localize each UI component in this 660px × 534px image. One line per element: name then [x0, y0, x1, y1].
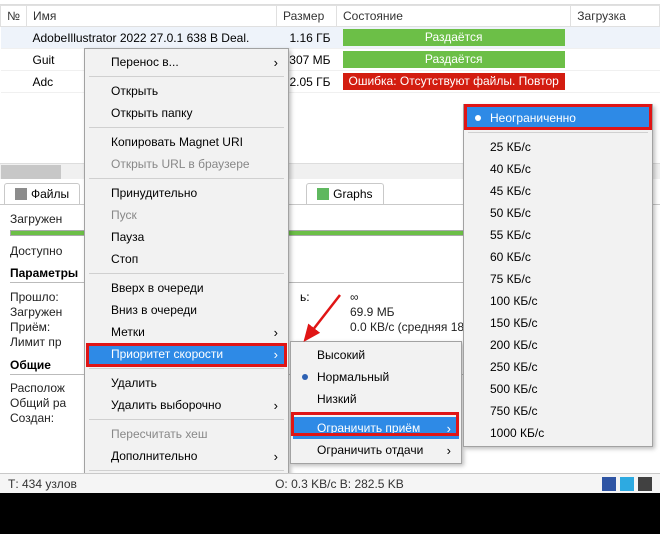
table-row[interactable]: AdobeIllustrator 2022 27.0.1 638 B Deal.… — [1, 27, 660, 49]
context-menu-main[interactable]: Перенос в... Открыть Открыть папку Копир… — [84, 48, 289, 528]
mi-high[interactable]: Высокий — [293, 344, 459, 366]
mi-open-folder[interactable]: Открыть папку — [87, 102, 286, 124]
mi-pause[interactable]: Пауза — [87, 226, 286, 248]
twitter-icon[interactable] — [620, 477, 634, 491]
mi-low[interactable]: Низкий — [293, 388, 459, 410]
mi-unlimited[interactable]: Неограниченно — [466, 107, 650, 129]
mi-recheck: Пересчитать хеш — [87, 423, 286, 445]
summary-value: 69.9 МБ — [350, 305, 395, 319]
tab-label: Graphs — [333, 187, 372, 201]
mi-rate[interactable]: 100 КБ/c — [466, 290, 650, 312]
mi-delete-selective[interactable]: Удалить выборочно — [87, 394, 286, 416]
context-menu-priority[interactable]: Высокий Нормальный Низкий Ограничить при… — [290, 341, 462, 464]
col-download[interactable]: Загрузка — [571, 6, 660, 27]
mi-rate[interactable]: 75 КБ/c — [466, 268, 650, 290]
rss-icon[interactable] — [638, 477, 652, 491]
status-bar: Т: 434 узлов О: 0.3 KB/c В: 282.5 KB — [0, 473, 660, 493]
mi-force[interactable]: Принудительно — [87, 182, 286, 204]
facebook-icon[interactable] — [602, 477, 616, 491]
status-seeding: Раздаётся — [343, 29, 565, 46]
mi-rate[interactable]: 50 КБ/c — [466, 202, 650, 224]
mi-limit-upload[interactable]: Ограничить отдачи — [293, 439, 459, 461]
mi-normal[interactable]: Нормальный — [293, 366, 459, 388]
torrent-size: 1.16 ГБ — [277, 27, 337, 49]
mi-speed-priority[interactable]: Приоритет скорости — [87, 343, 286, 365]
col-state[interactable]: Состояние — [337, 6, 571, 27]
mi-rate[interactable]: 60 КБ/c — [466, 246, 650, 268]
mi-rate[interactable]: 40 КБ/c — [466, 158, 650, 180]
bottom-bar — [0, 493, 660, 534]
mi-open[interactable]: Открыть — [87, 80, 286, 102]
mi-labels[interactable]: Метки — [87, 321, 286, 343]
graph-icon — [317, 188, 329, 200]
mi-rate[interactable]: 150 КБ/c — [466, 312, 650, 334]
files-icon — [15, 188, 27, 200]
col-size[interactable]: Размер — [277, 6, 337, 27]
col-name[interactable]: Имя — [27, 6, 277, 27]
tab-files[interactable]: Файлы — [4, 183, 80, 204]
mi-rate[interactable]: 55 КБ/c — [466, 224, 650, 246]
mi-rate[interactable]: 45 КБ/c — [466, 180, 650, 202]
status-seeding: Раздаётся — [343, 51, 565, 68]
mi-delete[interactable]: Удалить — [87, 372, 286, 394]
tab-label: Файлы — [31, 187, 69, 201]
mi-limit-download[interactable]: Ограничить приём — [293, 417, 459, 439]
mi-rate[interactable]: 500 КБ/c — [466, 378, 650, 400]
mi-rate[interactable]: 25 КБ/c — [466, 136, 650, 158]
status-error: Ошибка: Отсутствуют файлы. Повтор — [343, 73, 565, 90]
mi-stop[interactable]: Стоп — [87, 248, 286, 270]
mi-open-url: Открыть URL в браузере — [87, 153, 286, 175]
summary-value: ∞ — [350, 290, 359, 304]
dht-status: Т: 434 узлов — [8, 477, 77, 491]
mi-queue-down[interactable]: Вниз в очереди — [87, 299, 286, 321]
mi-advanced[interactable]: Дополнительно — [87, 445, 286, 467]
mi-move-to[interactable]: Перенос в... — [87, 51, 286, 73]
mi-rate[interactable]: 750 КБ/c — [466, 400, 650, 422]
summary-label: ь: — [300, 290, 320, 304]
speed-status: О: 0.3 KB/c В: 282.5 KB — [275, 477, 404, 491]
context-menu-rate[interactable]: Неограниченно 25 КБ/c 40 КБ/c 45 КБ/c 50… — [463, 104, 653, 447]
mi-rate[interactable]: 1000 КБ/c — [466, 422, 650, 444]
mi-copy-magnet[interactable]: Копировать Magnet URI — [87, 131, 286, 153]
torrent-name: AdobeIllustrator 2022 27.0.1 638 B Deal. — [27, 27, 277, 49]
mi-start: Пуск — [87, 204, 286, 226]
mi-rate[interactable]: 250 КБ/c — [466, 356, 650, 378]
mi-queue-up[interactable]: Вверх в очереди — [87, 277, 286, 299]
col-num[interactable]: № — [1, 6, 27, 27]
tab-graphs[interactable]: Graphs — [306, 183, 383, 204]
mi-rate[interactable]: 200 КБ/c — [466, 334, 650, 356]
